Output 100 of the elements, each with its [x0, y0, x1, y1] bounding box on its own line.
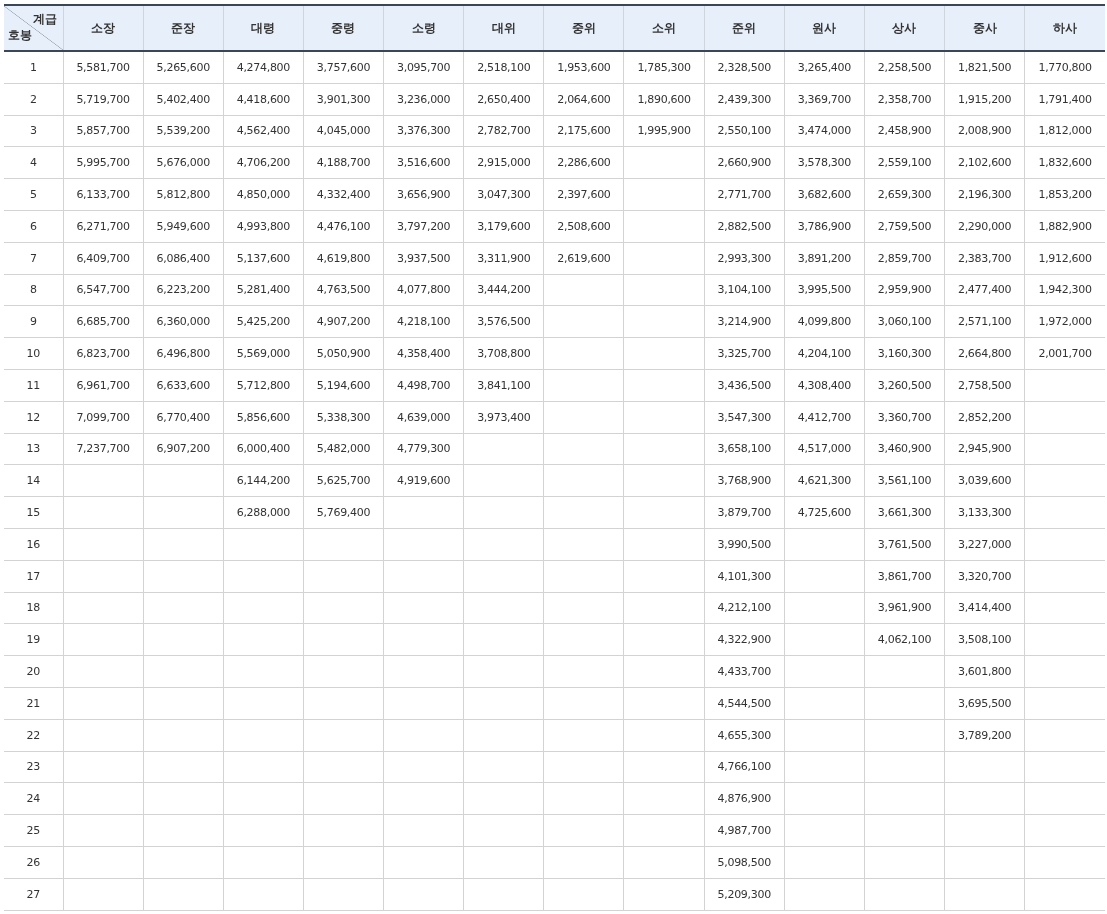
table-cell: 3,768,900 — [704, 464, 785, 497]
table-cell: 3,601,800 — [944, 655, 1025, 688]
table-cell: 2,328,500 — [704, 51, 785, 84]
table-cell: 3,757,600 — [303, 51, 384, 84]
table-cell: 4,987,700 — [704, 814, 785, 847]
table-cell: 4,655,300 — [704, 719, 785, 752]
table-cell: 5,812,800 — [143, 178, 224, 211]
column-axis-label: 계급 — [32, 12, 57, 27]
table-cell: 3,973,400 — [463, 401, 544, 434]
table-cell: 2,458,900 — [864, 115, 945, 147]
table-cell: 4,544,500 — [704, 687, 785, 720]
table-cell: 2,650,400 — [463, 83, 544, 116]
table-cell: 2,782,700 — [463, 115, 544, 147]
table-cell: 2,852,200 — [944, 401, 1025, 434]
table-cell: 7,099,700 — [63, 401, 144, 434]
table-cell: 4,274,800 — [223, 51, 304, 84]
row-header: 20 — [4, 655, 63, 688]
table-cell: 5,265,600 — [143, 51, 224, 84]
table-cell: 3,227,000 — [944, 528, 1025, 561]
table-cell: 3,060,100 — [864, 305, 945, 338]
table-cell: 3,797,200 — [383, 210, 464, 243]
table-cell: 5,482,000 — [303, 433, 384, 465]
row-header: 13 — [4, 433, 63, 465]
table-cell: 3,861,700 — [864, 560, 945, 593]
table-cell: 3,104,100 — [704, 274, 785, 306]
table-cell: 4,876,900 — [704, 782, 785, 815]
table-cell: 3,656,900 — [383, 178, 464, 211]
table-cell: 2,102,600 — [944, 146, 1025, 179]
table-cell: 4,077,800 — [383, 274, 464, 306]
table-cell: 2,064,600 — [543, 83, 624, 116]
table-cell: 3,547,300 — [704, 401, 785, 434]
column-header: 중위 — [543, 5, 624, 51]
table-cell: 4,639,000 — [383, 401, 464, 434]
table-cell: 2,196,300 — [944, 178, 1025, 211]
table-cell: 3,682,600 — [784, 178, 865, 211]
table-cell: 4,332,400 — [303, 178, 384, 211]
table-cell: 5,338,300 — [303, 401, 384, 434]
column-header: 소장 — [63, 5, 144, 51]
table-cell: 4,188,700 — [303, 146, 384, 179]
table-cell: 4,706,200 — [223, 146, 304, 179]
row-header: 1 — [4, 51, 63, 84]
table-cell: 4,779,300 — [383, 433, 464, 465]
table-cell: 6,288,000 — [223, 496, 304, 529]
table-cell: 5,281,400 — [223, 274, 304, 306]
table-cell: 6,547,700 — [63, 274, 144, 306]
table-cell: 5,569,000 — [223, 337, 304, 370]
table-cell: 1,915,200 — [944, 83, 1025, 116]
table-cell: 1,953,600 — [543, 51, 624, 84]
table-cell: 2,175,600 — [543, 115, 624, 147]
table-cell: 3,658,100 — [704, 433, 785, 465]
table-cell: 4,308,400 — [784, 369, 865, 402]
row-header: 17 — [4, 560, 63, 593]
table-cell: 6,823,700 — [63, 337, 144, 370]
table-cell: 5,625,700 — [303, 464, 384, 497]
table-cell: 2,518,100 — [463, 51, 544, 84]
table-cell: 3,961,900 — [864, 592, 945, 624]
table-cell: 4,919,600 — [383, 464, 464, 497]
table-cell: 2,859,700 — [864, 242, 945, 275]
table-cell: 2,959,900 — [864, 274, 945, 306]
table-cell: 4,850,000 — [223, 178, 304, 211]
table-cell: 4,433,700 — [704, 655, 785, 688]
table-cell: 1,995,900 — [624, 115, 705, 147]
table-cell: 3,695,500 — [944, 687, 1025, 720]
table-cell: 2,008,900 — [944, 115, 1025, 147]
table-cell: 3,786,900 — [784, 210, 865, 243]
table-cell: 6,496,800 — [143, 337, 224, 370]
table-cell: 7,237,700 — [63, 433, 144, 465]
table-cell: 6,271,700 — [63, 210, 144, 243]
table-cell: 2,477,400 — [944, 274, 1025, 306]
table-cell: 3,376,300 — [383, 115, 464, 147]
table-cell: 4,621,300 — [784, 464, 865, 497]
table-cell: 1,785,300 — [624, 51, 705, 84]
row-header: 24 — [4, 782, 63, 815]
row-header: 2 — [4, 83, 63, 116]
table-cell: 3,661,300 — [864, 496, 945, 529]
table-cell: 2,660,900 — [704, 146, 785, 179]
table-cell: 6,685,700 — [63, 305, 144, 338]
table-cell: 3,708,800 — [463, 337, 544, 370]
table-cell: 4,993,800 — [223, 210, 304, 243]
table-cell: 3,576,500 — [463, 305, 544, 338]
table-cell: 2,550,100 — [704, 115, 785, 147]
table-cell: 5,194,600 — [303, 369, 384, 402]
table-cell: 5,402,400 — [143, 83, 224, 116]
column-header: 대위 — [463, 5, 544, 51]
table-cell: 4,322,900 — [704, 623, 785, 656]
table-cell: 5,719,700 — [63, 83, 144, 116]
row-header: 18 — [4, 592, 63, 624]
column-header: 소령 — [383, 5, 464, 51]
table-cell: 6,144,200 — [223, 464, 304, 497]
table-cell: 3,414,400 — [944, 592, 1025, 624]
table-cell: 3,990,500 — [704, 528, 785, 561]
table-cell: 2,619,600 — [543, 242, 624, 275]
row-header: 27 — [4, 878, 63, 910]
table-cell: 2,993,300 — [704, 242, 785, 275]
row-header: 7 — [4, 242, 63, 275]
column-header: 중령 — [303, 5, 384, 51]
row-header: 23 — [4, 751, 63, 783]
table-cell: 2,559,100 — [864, 146, 945, 179]
table-cell: 5,581,700 — [63, 51, 144, 84]
table-cell: 2,758,500 — [944, 369, 1025, 402]
